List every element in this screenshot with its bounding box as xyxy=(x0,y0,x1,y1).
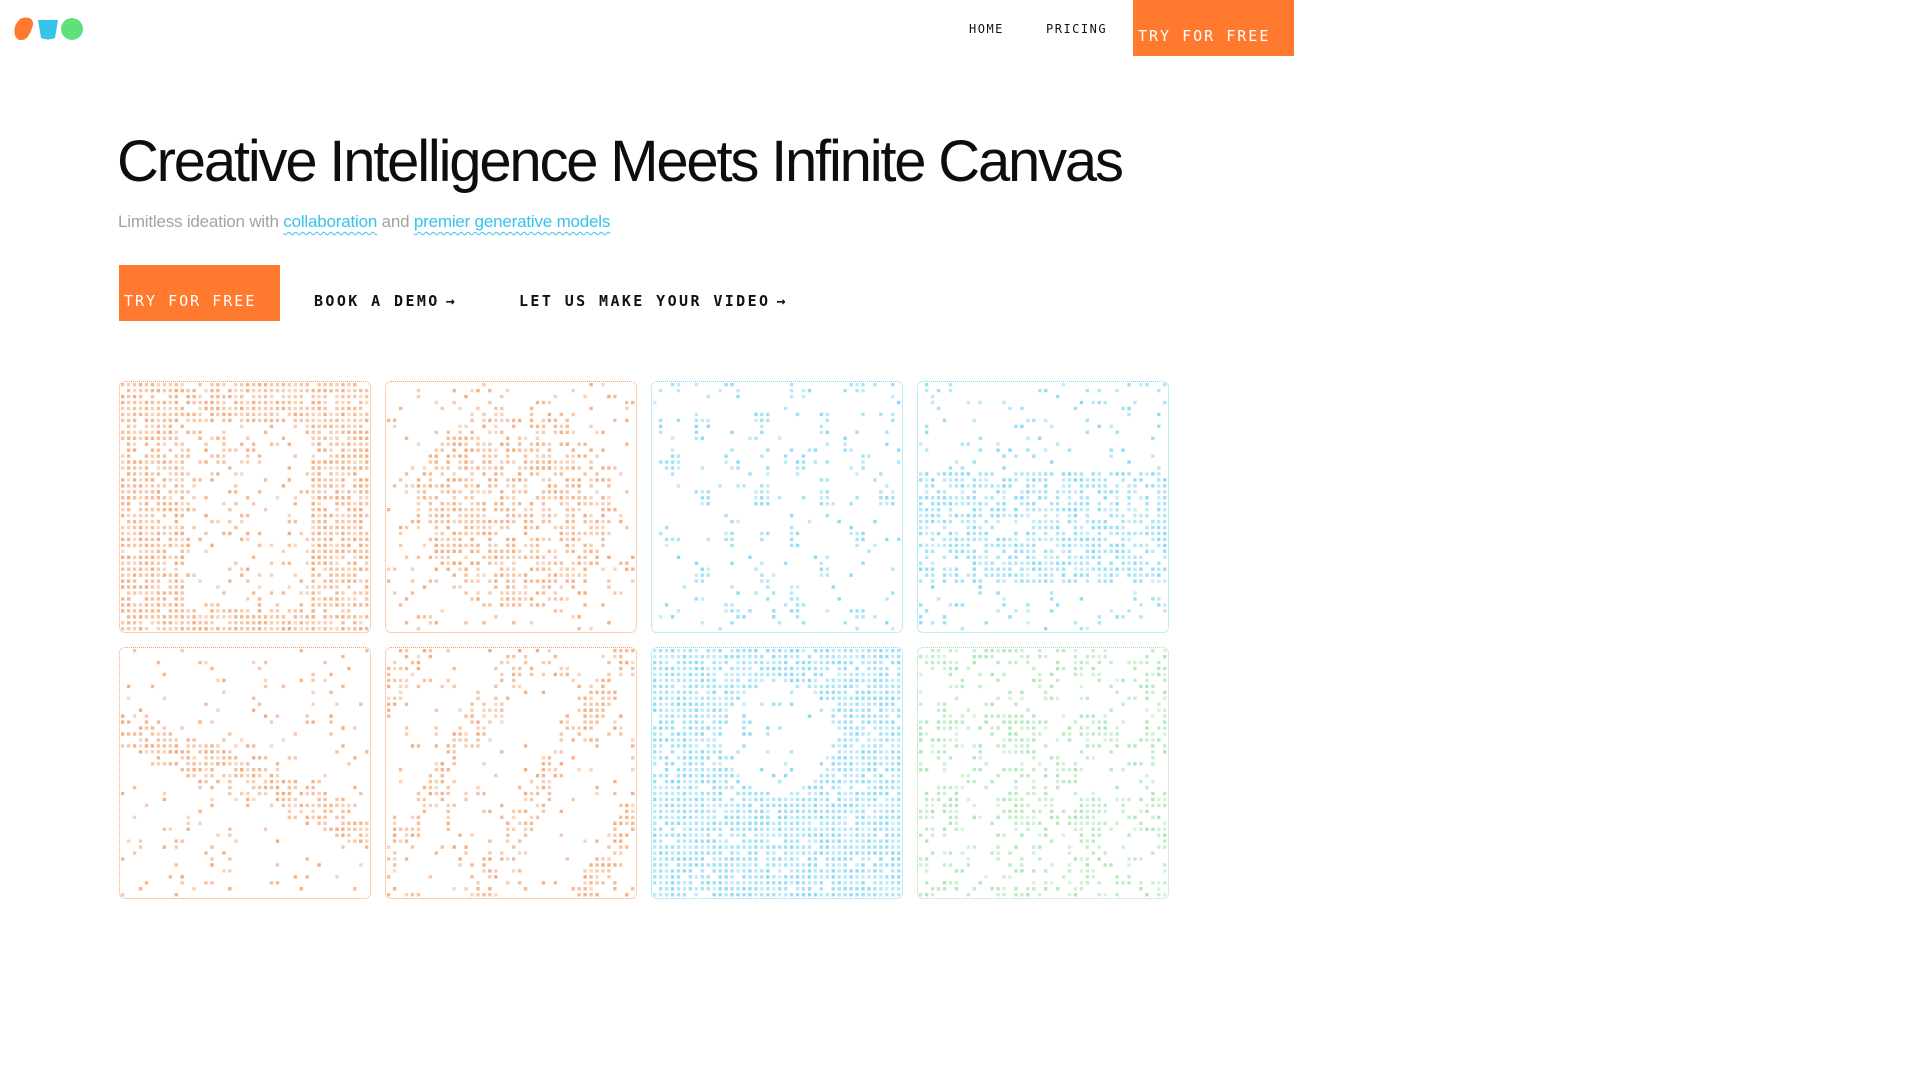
tile-pixel-art xyxy=(652,648,901,897)
gallery-tile-pixel-splash[interactable] xyxy=(651,381,903,633)
tile-pixel-art xyxy=(120,648,369,897)
gallery-tile-pixel-sphere[interactable] xyxy=(385,381,637,633)
gallery-tile-pixel-figure[interactable] xyxy=(651,647,903,899)
arrow-right-icon: → xyxy=(445,292,458,310)
book-demo-label: BOOK A DEMO xyxy=(314,292,440,310)
tile-pixel-art xyxy=(652,382,901,631)
nav-pricing-link[interactable]: PRICING xyxy=(1046,22,1107,36)
gallery-tile-pixel-scatter[interactable] xyxy=(385,647,637,899)
collaboration-link[interactable]: collaboration xyxy=(283,212,377,231)
gallery-tile-pixel-streak[interactable] xyxy=(119,647,371,899)
book-demo-link[interactable]: BOOK A DEMO → xyxy=(314,292,457,310)
make-video-link[interactable]: LET US MAKE YOUR VIDEO → xyxy=(519,292,788,310)
try-for-free-button[interactable]: TRY FOR FREE xyxy=(119,265,280,321)
tile-pixel-art xyxy=(918,648,1167,897)
arrow-right-icon: → xyxy=(776,292,788,310)
gallery-tile-pixel-foliage[interactable] xyxy=(917,647,1169,899)
make-video-label: LET US MAKE YOUR VIDEO xyxy=(519,292,771,310)
hero-title: Creative Intelligence Meets Infinite Can… xyxy=(117,129,1124,194)
nav-home-link[interactable]: HOME xyxy=(969,22,1004,36)
top-nav: HOME PRICING TRY FOR FREE xyxy=(0,0,1920,60)
tile-pixel-art xyxy=(386,648,635,897)
tile-pixel-art xyxy=(386,382,635,631)
nav-try-for-free-button[interactable]: TRY FOR FREE xyxy=(1133,0,1294,56)
hero-subtitle-mid: and xyxy=(377,212,414,231)
gallery-grid xyxy=(119,381,1175,903)
hero-subtitle-prefix: Limitless ideation with xyxy=(118,212,284,231)
gallery-tile-pixel-landscape[interactable] xyxy=(917,381,1169,633)
generative-models-link[interactable]: premier generative models xyxy=(414,212,610,231)
tile-pixel-art xyxy=(120,382,369,631)
gallery-tile-pixel-character[interactable] xyxy=(119,381,371,633)
tile-pixel-art xyxy=(918,382,1167,631)
hero-subtitle: Limitless ideation with collaboration an… xyxy=(118,212,610,232)
